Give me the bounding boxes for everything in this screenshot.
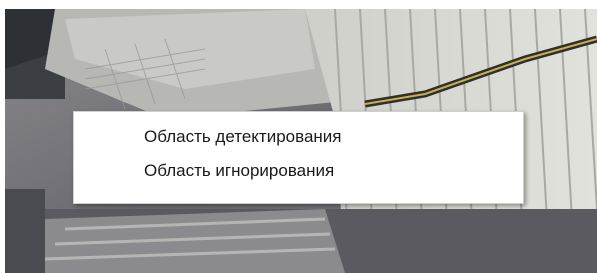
context-menu: Область детектирования Область игнориров…: [73, 111, 524, 204]
menu-item-ignore-area[interactable]: Область игнорирования: [74, 154, 523, 188]
video-preview[interactable]: Область детектирования Область игнориров…: [5, 9, 597, 273]
menu-item-detection-area[interactable]: Область детектирования: [74, 120, 523, 154]
